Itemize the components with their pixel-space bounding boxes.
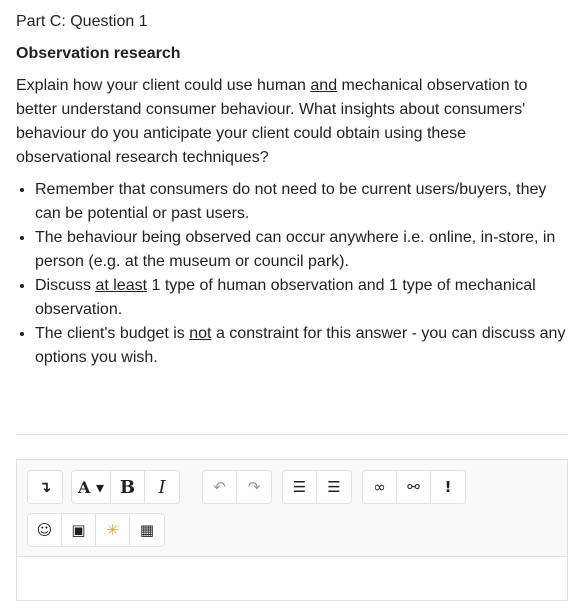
media-icon[interactable]: ✳ [96, 514, 130, 546]
list-item-text: Discuss [35, 277, 96, 294]
table-icon[interactable]: ▦ [130, 514, 164, 546]
collapse-glyph: ↴ [38, 478, 52, 496]
unlink-glyph: ⚯ [407, 478, 420, 496]
toolbar-group-links: ∞ ⚯ ! [362, 470, 466, 504]
answer-textarea[interactable] [17, 557, 567, 597]
toolbar-group-style: A ▾ B I [71, 470, 180, 504]
redo-icon[interactable]: ↷ [237, 471, 271, 503]
instructions-list: Remember that consumers do not need to b… [16, 178, 573, 370]
editor-toolbar: ↴ A ▾ B I ↶ ↷ ☰ ☰ ∞ ⚯ ! ☺ ▣ ✳ ▦ [17, 460, 567, 557]
list-item: The behaviour being observed can occur a… [35, 226, 573, 274]
unlink-icon[interactable]: ⚯ [397, 471, 431, 503]
bold-icon[interactable]: B [111, 471, 145, 503]
list-item: The client's budget is not a constraint … [35, 322, 573, 370]
ordered-list-icon[interactable]: ☰ [317, 471, 351, 503]
collapse-icon[interactable]: ↴ [28, 471, 62, 503]
font-style-glyph: A ▾ [77, 477, 104, 497]
italic-icon[interactable]: I [145, 471, 179, 503]
list-item-underlined: at least [95, 277, 148, 294]
image-glyph: ▣ [71, 521, 86, 539]
list-item-text: The behaviour being observed can occur a… [35, 229, 556, 270]
table-glyph: ▦ [139, 521, 155, 539]
undo-glyph: ↶ [213, 478, 226, 496]
question-number: Part C: Question 1 [16, 13, 148, 30]
redo-glyph: ↷ [247, 478, 261, 496]
unordered-list-glyph: ☰ [292, 478, 307, 496]
question-title: Observation research [16, 45, 181, 62]
list-item-underlined: not [189, 325, 212, 342]
question-intro: Explain how your client could use human … [16, 74, 556, 170]
intro-text-1: Explain how your client could use human [16, 77, 311, 94]
list-item-text: Remember that consumers do not need to b… [35, 181, 547, 222]
list-item: Remember that consumers do not need to b… [35, 178, 573, 226]
font-style-icon[interactable]: A ▾ [72, 471, 111, 503]
toolbar-group-history: ↶ ↷ [202, 470, 272, 504]
link-glyph: ∞ [373, 478, 386, 496]
toolbar-group-collapse: ↴ [27, 470, 63, 504]
toolbar-group-insert: ☺ ▣ ✳ ▦ [27, 513, 165, 547]
bold-glyph: B [119, 476, 136, 498]
undo-icon[interactable]: ↶ [203, 471, 237, 503]
link-icon[interactable]: ∞ [363, 471, 397, 503]
emoji-glyph: ☺ [36, 521, 53, 539]
italic-glyph: I [158, 476, 166, 498]
list-item-text: The client's budget is [35, 325, 190, 342]
list-item: Discuss at least 1 type of human observa… [35, 274, 573, 322]
emoji-icon[interactable]: ☺ [28, 514, 62, 546]
divider [16, 434, 568, 435]
image-icon[interactable]: ▣ [62, 514, 96, 546]
answer-editor: ↴ A ▾ B I ↶ ↷ ☰ ☰ ∞ ⚯ ! ☺ ▣ ✳ ▦ [16, 459, 568, 601]
intro-underlined: and [310, 77, 338, 94]
toolbar-group-lists: ☰ ☰ [282, 470, 352, 504]
accessibility-glyph: ! [444, 478, 452, 496]
ordered-list-glyph: ☰ [327, 478, 341, 496]
media-glyph: ✳ [106, 521, 119, 539]
unordered-list-icon[interactable]: ☰ [283, 471, 317, 503]
accessibility-checker-icon[interactable]: ! [431, 471, 465, 503]
